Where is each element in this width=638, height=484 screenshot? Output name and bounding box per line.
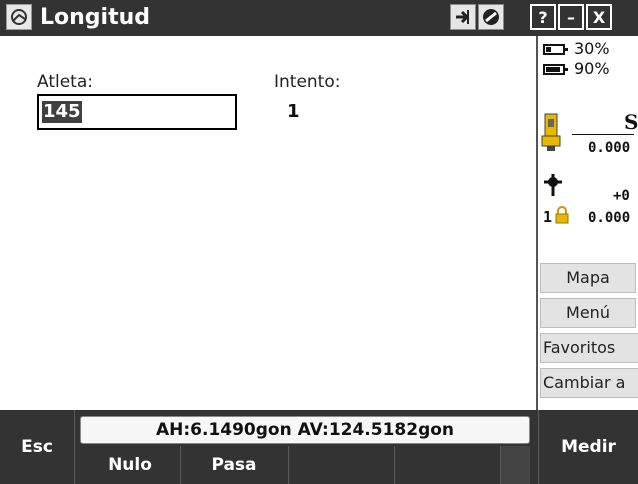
athlete-value: 145 xyxy=(42,101,82,123)
attempt-value: 1 xyxy=(287,101,300,122)
athlete-label: Atleta: xyxy=(37,72,93,92)
help-icon[interactable]: ? xyxy=(530,4,556,30)
instrument-status: S xyxy=(624,110,638,134)
pass-button[interactable]: Pasa xyxy=(181,446,287,484)
window-title: Longitud xyxy=(40,5,151,30)
null-button[interactable]: Nulo xyxy=(80,446,180,484)
measure-button[interactable]: Medir xyxy=(538,410,638,484)
battery-1-percent: 30% xyxy=(574,39,610,58)
target-number: 1 xyxy=(543,208,553,226)
battery-2-icon xyxy=(543,64,568,75)
main-area: Atleta: Intento: xyxy=(0,36,536,410)
title-bar: Longitud ? – X xyxy=(0,0,638,36)
map-button[interactable]: Mapa xyxy=(540,263,636,293)
athlete-input[interactable]: 145 xyxy=(37,94,237,130)
app-menu-icon[interactable] xyxy=(6,4,32,30)
no-entry-icon[interactable] xyxy=(478,4,504,30)
minimize-icon[interactable]: – xyxy=(558,4,584,30)
target-offset: +0 xyxy=(613,188,630,204)
total-station-icon[interactable] xyxy=(541,110,561,152)
prism-target-icon[interactable] xyxy=(542,172,564,198)
target-value: 0.000 xyxy=(588,210,631,226)
status-panel: 30% 90% S 0.000 +0 1 0.000 Mapa Menú Fav… xyxy=(536,36,638,410)
esc-button[interactable]: Esc xyxy=(0,410,75,484)
battery-1-icon xyxy=(543,44,568,55)
angles-readout: AH:6.1490gon AV:124.5182gon xyxy=(80,416,530,444)
transfer-icon[interactable] xyxy=(450,4,476,30)
attempt-label: Intento: xyxy=(274,72,341,92)
menu-button[interactable]: Menú xyxy=(540,298,636,328)
favorites-button[interactable]: Favoritos xyxy=(540,333,638,363)
close-icon[interactable]: X xyxy=(586,4,612,30)
soft-key-3[interactable] xyxy=(289,446,393,484)
battery-2-percent: 90% xyxy=(574,59,610,78)
lock-icon xyxy=(555,206,569,224)
divider xyxy=(572,134,634,135)
switch-to-button[interactable]: Cambiar a xyxy=(540,368,638,398)
soft-key-4[interactable] xyxy=(395,446,499,484)
instrument-value: 0.000 xyxy=(588,140,631,156)
soft-key-5[interactable] xyxy=(501,446,530,484)
